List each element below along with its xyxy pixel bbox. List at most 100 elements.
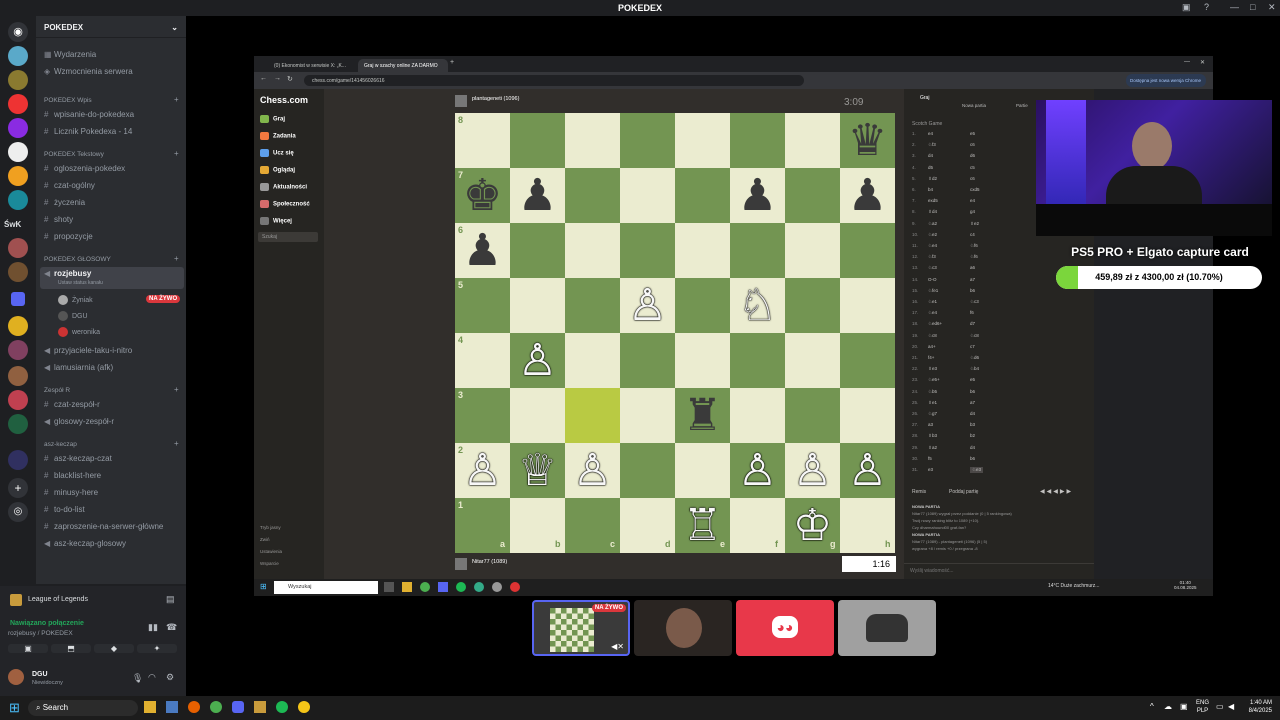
avatar[interactable]	[8, 669, 24, 685]
board-square-c8[interactable]	[565, 113, 620, 168]
taskbar-search[interactable]: ⌕ Search	[28, 700, 138, 716]
channel-item[interactable]: # życzenia	[44, 196, 184, 209]
chrome-icon[interactable]	[210, 701, 222, 713]
add-channel-icon[interactable]: +	[174, 385, 179, 394]
chess-piece-f5[interactable]: ♘	[730, 278, 785, 333]
channel-item[interactable]: # blacklist-here	[44, 469, 184, 482]
channel-item[interactable]: # minusy-here	[44, 486, 184, 499]
nav-learn[interactable]: Ucz się	[260, 149, 294, 157]
server-icon[interactable]	[8, 262, 28, 282]
category-header[interactable]: POKEDEX GŁOSOWY	[44, 256, 111, 263]
white-move[interactable]: e3	[928, 467, 933, 472]
white-move[interactable]: ♗a2	[928, 445, 937, 451]
board-square-h5[interactable]	[840, 278, 895, 333]
server-icon[interactable]	[8, 190, 28, 210]
clock[interactable]: 01:40 04.08.2025	[1174, 580, 1197, 590]
board-square-h6[interactable]	[840, 223, 895, 278]
app-icon[interactable]	[474, 582, 484, 592]
search-input[interactable]: Szukaj	[258, 232, 318, 242]
board-square-g5[interactable]	[785, 278, 840, 333]
nav-watch[interactable]: Oglądaj	[260, 166, 295, 174]
black-move[interactable]: d4	[970, 411, 975, 416]
black-move[interactable]: ♘d6	[970, 355, 979, 361]
server-icon[interactable]	[8, 366, 28, 386]
move-row[interactable]: 23. ♘e5+ e5	[912, 377, 1092, 388]
white-move[interactable]: ♘e2	[928, 232, 937, 238]
board-square-e5[interactable]	[675, 278, 730, 333]
black-move[interactable]: ♗e2	[970, 221, 979, 227]
board-square-b6[interactable]	[510, 223, 565, 278]
white-move[interactable]: ♗d4	[928, 209, 937, 215]
white-move[interactable]: ♘e4	[928, 243, 937, 249]
add-channel-icon[interactable]: +	[174, 254, 179, 263]
white-move[interactable]: ♘c8	[928, 333, 937, 339]
server-icon[interactable]	[8, 166, 28, 186]
chess-piece-d5[interactable]: ♙	[620, 278, 675, 333]
board-square-g7[interactable]	[785, 168, 840, 223]
board-square-f4[interactable]	[730, 333, 785, 388]
board-square-d7[interactable]	[620, 168, 675, 223]
black-move[interactable]: b2	[970, 433, 975, 438]
channel-item[interactable]: # to-do-list	[44, 503, 184, 516]
signal-icon[interactable]: ▮▮	[148, 622, 158, 633]
app-icon[interactable]	[510, 582, 520, 592]
update-notice[interactable]: Dostępna jest nowa wersja Chrome	[1126, 74, 1206, 87]
chess-piece-b4[interactable]: ♙	[510, 333, 565, 388]
inbox-icon[interactable]: ▣	[1182, 2, 1191, 13]
black-move[interactable]: e5	[970, 131, 975, 136]
board-square-a4[interactable]	[455, 333, 510, 388]
move-row[interactable]: 24. ♘b5 b6	[912, 389, 1092, 400]
channel-item[interactable]: ◀ asz-keczap-glosowy	[44, 537, 184, 550]
board-square-a8[interactable]	[455, 113, 510, 168]
category-header[interactable]: POKEDEX Tekstowy	[44, 151, 104, 158]
board-square-f8[interactable]	[730, 113, 785, 168]
black-move[interactable]: f6	[970, 310, 974, 315]
settings-link[interactable]: Ustawienia	[260, 549, 282, 554]
move-row[interactable]: 26. ♘g7 d4	[912, 411, 1092, 422]
board-square-g3[interactable]	[785, 388, 840, 443]
white-move[interactable]: exd5	[928, 198, 938, 203]
move-row[interactable]: 31. e3 ♘e3	[912, 467, 1092, 478]
white-move[interactable]: ♗e1	[928, 400, 937, 406]
move-row[interactable]: 30. f5 b6	[912, 456, 1092, 467]
move-row[interactable]: 28. ♗b3 b2	[912, 433, 1092, 444]
server-icon[interactable]	[8, 340, 28, 360]
white-move[interactable]: ♘c3	[928, 265, 937, 271]
system-clock[interactable]: 1:40 AM 8/4/2025	[1240, 699, 1272, 715]
voice-channel[interactable]: ◀ przyjaciele-taku-i-nitro	[44, 344, 184, 357]
move-row[interactable]: 27. a3 b3	[912, 422, 1092, 433]
app-icon[interactable]	[384, 582, 394, 592]
chrome-icon[interactable]	[420, 582, 430, 592]
board-square-f3[interactable]	[730, 388, 785, 443]
url-input[interactable]: chess.com/game/141456026616	[304, 75, 804, 86]
channel-item[interactable]: # ogloszenia-pokedex	[44, 162, 184, 175]
board-square-d6[interactable]	[620, 223, 675, 278]
chess-piece-e3[interactable]: ♜	[675, 388, 730, 443]
server-icon[interactable]	[8, 142, 28, 162]
app-icon[interactable]	[166, 701, 178, 713]
board-square-c4[interactable]	[565, 333, 620, 388]
black-move[interactable]: c4	[970, 232, 975, 237]
white-move[interactable]: ♘a2	[928, 221, 937, 227]
channel-item[interactable]: ◀ glosowy-zespół-r	[44, 415, 184, 428]
file-explorer-icon[interactable]	[144, 701, 156, 713]
board-square-c6[interactable]	[565, 223, 620, 278]
disconnect-icon[interactable]: ☎	[166, 622, 177, 633]
white-move[interactable]: ♘e1	[928, 299, 937, 305]
camera-icon[interactable]: ▣	[8, 644, 48, 653]
white-move[interactable]: a4+	[928, 344, 936, 349]
app-icon[interactable]	[492, 582, 502, 592]
move-nav-buttons[interactable]: ◀◀◀▶▶	[1040, 488, 1073, 495]
black-move[interactable]: b6	[970, 288, 975, 293]
board-square-e7[interactable]	[675, 168, 730, 223]
minimize-icon[interactable]: —	[1230, 2, 1239, 12]
black-move[interactable]: c5	[970, 165, 975, 170]
white-move[interactable]: ♗d2	[928, 176, 937, 182]
connection-status[interactable]: Nawiązano połączenie	[10, 620, 84, 627]
white-move[interactable]: b4	[928, 187, 933, 192]
board-square-g4[interactable]	[785, 333, 840, 388]
network-icon[interactable]: ▭	[1216, 702, 1224, 711]
discover-icon[interactable]: ◎	[8, 502, 28, 522]
user-name[interactable]: DGU	[32, 671, 48, 678]
chess-piece-a6[interactable]: ♟	[455, 223, 510, 278]
